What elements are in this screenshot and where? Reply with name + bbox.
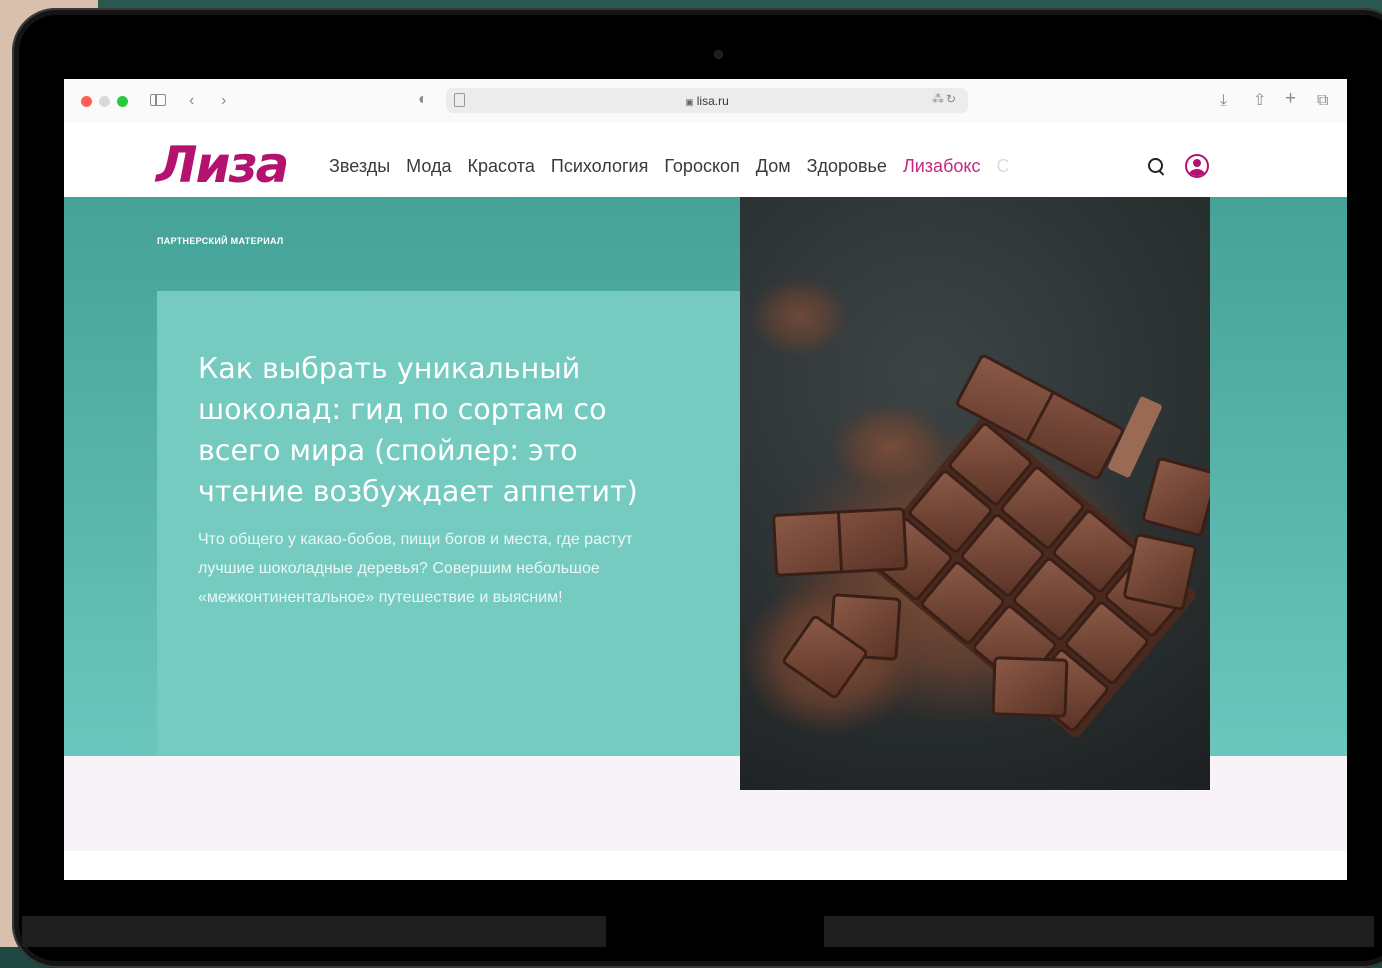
- forward-icon[interactable]: ›: [221, 91, 226, 111]
- main-nav: Звезды Мода Красота Психология Гороскоп …: [329, 156, 1009, 177]
- browser-toolbar: ‹ › ◐ ▣ lisa.ru ⁂↻ ⤓ ⇧ + ⧉: [64, 79, 1347, 124]
- tabs-overview-icon[interactable]: ⧉: [1317, 91, 1328, 111]
- close-window-button[interactable]: [81, 96, 92, 107]
- nav-item-health[interactable]: Здоровье: [807, 156, 887, 177]
- address-bar[interactable]: ▣ lisa.ru ⁂↻: [446, 88, 968, 113]
- search-icon[interactable]: [1148, 158, 1163, 173]
- article-card[interactable]: Как выбрать уникальный шоколад: гид по с…: [157, 291, 740, 756]
- laptop-base-left: [22, 916, 606, 947]
- new-tab-icon[interactable]: +: [1285, 89, 1296, 109]
- browser-window: ‹ › ◐ ▣ lisa.ru ⁂↻ ⤓ ⇧ + ⧉ Лиза Звезды Мо…: [64, 79, 1347, 880]
- article-lead: Что общего у какао-бобов, пищи богов и м…: [198, 531, 633, 606]
- back-icon[interactable]: ‹: [189, 91, 194, 111]
- chocolate-illustration: [740, 277, 1210, 738]
- site-header: Лиза Звезды Мода Красота Психология Горо…: [64, 123, 1347, 197]
- nav-item-horoscope[interactable]: Гороскоп: [664, 156, 739, 177]
- user-icon-head: [1193, 159, 1201, 167]
- nav-item-beauty[interactable]: Красота: [467, 156, 534, 177]
- sidebar-icon[interactable]: [150, 94, 166, 106]
- site-logo[interactable]: Лиза: [156, 135, 289, 195]
- lock-icon: ▣: [685, 97, 694, 107]
- user-icon[interactable]: [1185, 154, 1209, 178]
- article-title[interactable]: Как выбрать уникальный шоколад: гид по с…: [198, 348, 668, 512]
- download-icon[interactable]: ⤓: [1220, 91, 1227, 111]
- nav-item-home[interactable]: Дом: [756, 156, 791, 177]
- share-icon[interactable]: ⇧: [1253, 91, 1266, 111]
- nav-item-lisabox[interactable]: Лизабокс: [903, 156, 981, 177]
- address-url: ▣ lisa.ru: [685, 94, 729, 108]
- content-area-lower: [64, 851, 1347, 880]
- minimize-window-button[interactable]: [99, 96, 110, 107]
- nav-item-stars[interactable]: Звезды: [329, 156, 390, 177]
- article-image[interactable]: [740, 197, 1210, 790]
- maximize-window-button[interactable]: [117, 96, 128, 107]
- user-icon-body: [1189, 169, 1205, 176]
- camera: [714, 50, 723, 59]
- shield-icon[interactable]: ◐: [418, 90, 428, 110]
- nav-item-fashion[interactable]: Мода: [406, 156, 451, 177]
- reload-icon[interactable]: ⁂↻: [932, 92, 958, 106]
- nav-item-more[interactable]: С: [996, 156, 1009, 177]
- laptop-base-right: [824, 916, 1374, 947]
- nav-item-psychology[interactable]: Психология: [551, 156, 649, 177]
- partner-badge: ПАРТНЕРСКИЙ МАТЕРИАЛ: [157, 236, 284, 246]
